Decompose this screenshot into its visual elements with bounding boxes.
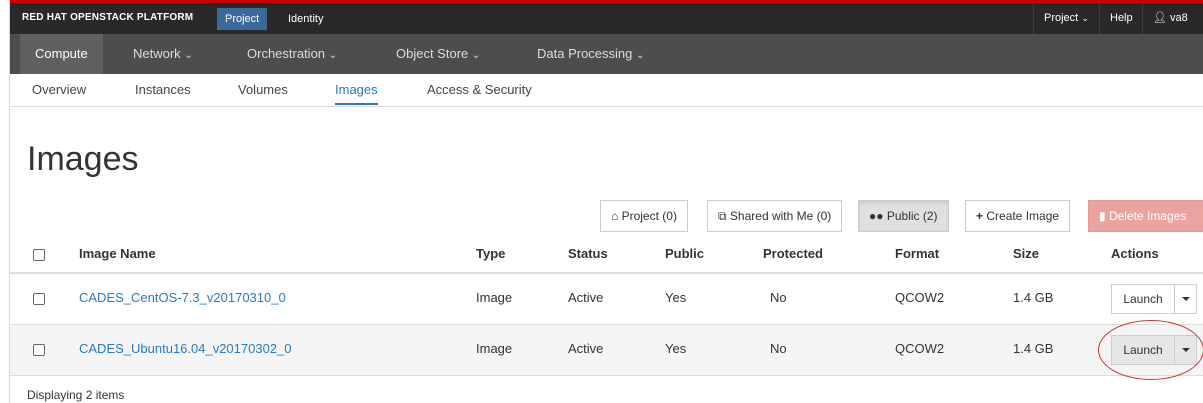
main-nav: Compute Network ⌄ Orchestration ⌄ Object…: [10, 34, 1203, 74]
image-name-link[interactable]: CADES_CentOS-7.3_v20170310_0: [79, 290, 286, 305]
launch-button[interactable]: Launch: [1111, 284, 1175, 314]
help-link[interactable]: Help: [1099, 3, 1143, 34]
cell-status: Active: [568, 341, 604, 356]
header-size[interactable]: Size: [1013, 246, 1039, 261]
plus-icon: +: [976, 209, 984, 223]
table-row: CADES_Ubuntu16.04_v20170302_0 Image Acti…: [10, 325, 1203, 376]
cell-protected: No: [770, 341, 787, 356]
page-title: Images: [27, 140, 139, 178]
cell-public: Yes: [665, 290, 687, 305]
header-public[interactable]: Public: [665, 246, 704, 261]
project-menu[interactable]: Project ⌄: [1033, 3, 1099, 34]
share-icon: ⧉: [718, 209, 727, 223]
nav-orchestration-label: Orchestration: [247, 46, 326, 61]
header-actions: Actions: [1111, 246, 1159, 261]
nav-network[interactable]: Network ⌄: [118, 34, 208, 74]
caret-down-icon: [1182, 297, 1190, 301]
cell-size: 1.4 GB: [1013, 341, 1054, 356]
chevron-down-icon: ⌄: [636, 50, 645, 61]
filter-project-label: Project (0): [621, 209, 677, 223]
cell-format: QCOW2: [895, 290, 945, 305]
subnav-instances[interactable]: Instances: [135, 74, 191, 105]
row-checkbox[interactable]: [33, 344, 45, 356]
delete-images-label: Delete Images: [1108, 209, 1187, 223]
cell-type: Image: [476, 341, 513, 356]
table-header: Image Name Type Status Public Protected …: [10, 236, 1203, 274]
trash-icon: ▮: [1099, 209, 1106, 223]
nav-data-processing[interactable]: Data Processing ⌄: [522, 34, 659, 74]
cell-type: Image: [476, 290, 513, 305]
create-image-label: Create Image: [986, 209, 1060, 223]
home-icon: ⌂: [611, 209, 619, 223]
cell-status: Active: [568, 290, 604, 305]
subnav-access-security[interactable]: Access & Security: [427, 74, 532, 105]
user-name: va8: [1170, 12, 1188, 24]
cell-format: QCOW2: [895, 341, 945, 356]
cell-protected: No: [770, 290, 787, 305]
chevron-down-icon: ⌄: [328, 50, 338, 61]
nav-network-label: Network: [133, 46, 181, 61]
subnav-volumes[interactable]: Volumes: [238, 74, 288, 105]
filter-shared-button[interactable]: ⧉ Shared with Me (0): [707, 200, 843, 232]
header-status[interactable]: Status: [568, 246, 608, 261]
project-menu-label: Project: [1044, 12, 1079, 24]
nav-compute[interactable]: Compute: [20, 34, 103, 74]
delete-images-button[interactable]: ▮ Delete Images: [1088, 200, 1203, 232]
highlight-annotation: [1098, 320, 1203, 380]
chevron-down-icon: ⌄: [184, 50, 193, 61]
header-type[interactable]: Type: [476, 246, 505, 261]
header-image-name[interactable]: Image Name: [79, 246, 156, 261]
user-menu[interactable]: 👤︎ va8: [1142, 3, 1198, 34]
image-name-link[interactable]: CADES_Ubuntu16.04_v20170302_0: [79, 341, 292, 356]
chevron-down-icon: ⌄: [1081, 13, 1089, 23]
select-all-checkbox[interactable]: [33, 249, 45, 261]
filter-project-button[interactable]: ⌂ Project (0): [600, 200, 688, 232]
filter-public-button[interactable]: ●● Public (2): [858, 200, 949, 232]
filter-shared-label: Shared with Me (0): [729, 209, 832, 223]
launch-dropdown-toggle[interactable]: [1175, 284, 1197, 314]
cell-public: Yes: [665, 341, 687, 356]
nav-object-store-label: Object Store: [396, 46, 469, 61]
tab-identity[interactable]: Identity: [280, 8, 331, 30]
item-count: Displaying 2 items: [27, 388, 125, 402]
sub-nav: Overview Instances Volumes Images Access…: [10, 74, 1203, 107]
nav-orchestration[interactable]: Orchestration ⌄: [232, 34, 352, 74]
top-bar: RED HAT OPENSTACK PLATFORM Project Ident…: [10, 0, 1203, 34]
filter-public-label: Public (2): [886, 209, 938, 223]
header-format[interactable]: Format: [895, 246, 939, 261]
header-protected[interactable]: Protected: [763, 246, 823, 261]
row-checkbox[interactable]: [33, 293, 45, 305]
users-icon: ●●: [869, 209, 884, 223]
nav-object-store[interactable]: Object Store ⌄: [381, 34, 495, 74]
brand-logo: RED HAT OPENSTACK PLATFORM: [22, 12, 194, 23]
chevron-down-icon: ⌄: [471, 50, 481, 61]
create-image-button[interactable]: + Create Image: [965, 200, 1071, 232]
nav-data-processing-label: Data Processing: [537, 46, 633, 61]
tab-project[interactable]: Project: [217, 8, 268, 30]
subnav-images[interactable]: Images: [335, 74, 378, 105]
user-icon: 👤︎: [1153, 12, 1167, 24]
table-row: CADES_CentOS-7.3_v20170310_0 Image Activ…: [10, 274, 1203, 325]
app-window: RED HAT OPENSTACK PLATFORM Project Ident…: [9, 0, 1203, 403]
subnav-overview[interactable]: Overview: [32, 74, 86, 105]
cell-size: 1.4 GB: [1013, 290, 1054, 305]
